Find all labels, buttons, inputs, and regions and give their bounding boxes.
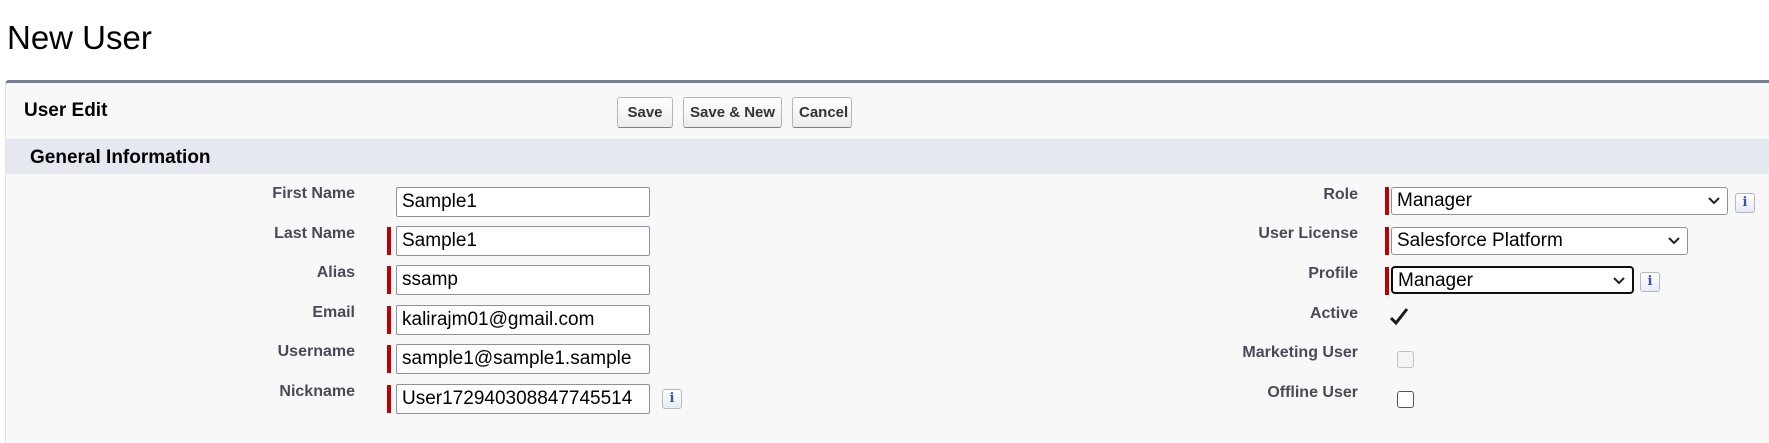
email-label: Email [312,304,355,321]
required-indicator [1385,267,1389,295]
offline-user-label: Offline User [1267,384,1358,401]
last-name-label: Last Name [274,225,355,242]
panel-header: User Edit Save Save & New Cancel [6,83,1769,140]
offline-user-checkbox[interactable] [1397,391,1414,408]
profile-select-value: Manager [1398,270,1473,291]
first-name-label: First Name [272,185,355,202]
last-name-field[interactable] [396,226,650,256]
info-icon[interactable]: i [1640,272,1660,292]
nickname-field[interactable] [396,384,650,414]
section-title: General Information [30,147,211,168]
required-indicator [387,227,391,255]
role-label: Role [1323,186,1358,203]
username-field[interactable] [396,344,650,374]
section-header-general-information: General Information [6,140,1769,174]
info-icon[interactable]: i [1735,193,1755,213]
save-button[interactable]: Save [617,97,673,128]
required-indicator [387,385,391,413]
chevron-down-icon [1613,277,1625,285]
profile-label: Profile [1308,265,1358,282]
alias-field[interactable] [396,265,650,295]
info-icon[interactable]: i [662,389,682,409]
user-license-select[interactable]: Salesforce Platform [1391,227,1688,255]
chevron-down-icon [1668,237,1680,245]
user-license-select-value: Salesforce Platform [1397,230,1563,251]
checkmark-icon [1389,308,1409,326]
cancel-button[interactable]: Cancel [792,97,852,128]
nickname-label: Nickname [279,383,355,400]
required-indicator [1385,187,1389,215]
alias-label: Alias [316,264,355,281]
chevron-down-icon [1708,197,1720,205]
active-label: Active [1309,305,1358,322]
role-select-value: Manager [1397,190,1472,211]
required-indicator [387,306,391,334]
active-checkbox[interactable] [1388,306,1410,328]
marketing-user-label: Marketing User [1242,344,1358,361]
profile-select[interactable]: Manager [1391,266,1634,294]
marketing-user-checkbox [1397,351,1414,368]
email-field[interactable] [396,305,650,335]
user-license-label: User License [1258,225,1358,242]
first-name-field[interactable] [396,187,650,217]
page-title: New User [7,19,152,56]
required-indicator [387,266,391,294]
save-and-new-button[interactable]: Save & New [683,97,782,128]
required-indicator [387,345,391,373]
role-select[interactable]: Manager [1391,187,1728,215]
panel-title: User Edit [24,100,108,121]
required-indicator [1385,227,1389,255]
username-label: Username [277,343,355,360]
